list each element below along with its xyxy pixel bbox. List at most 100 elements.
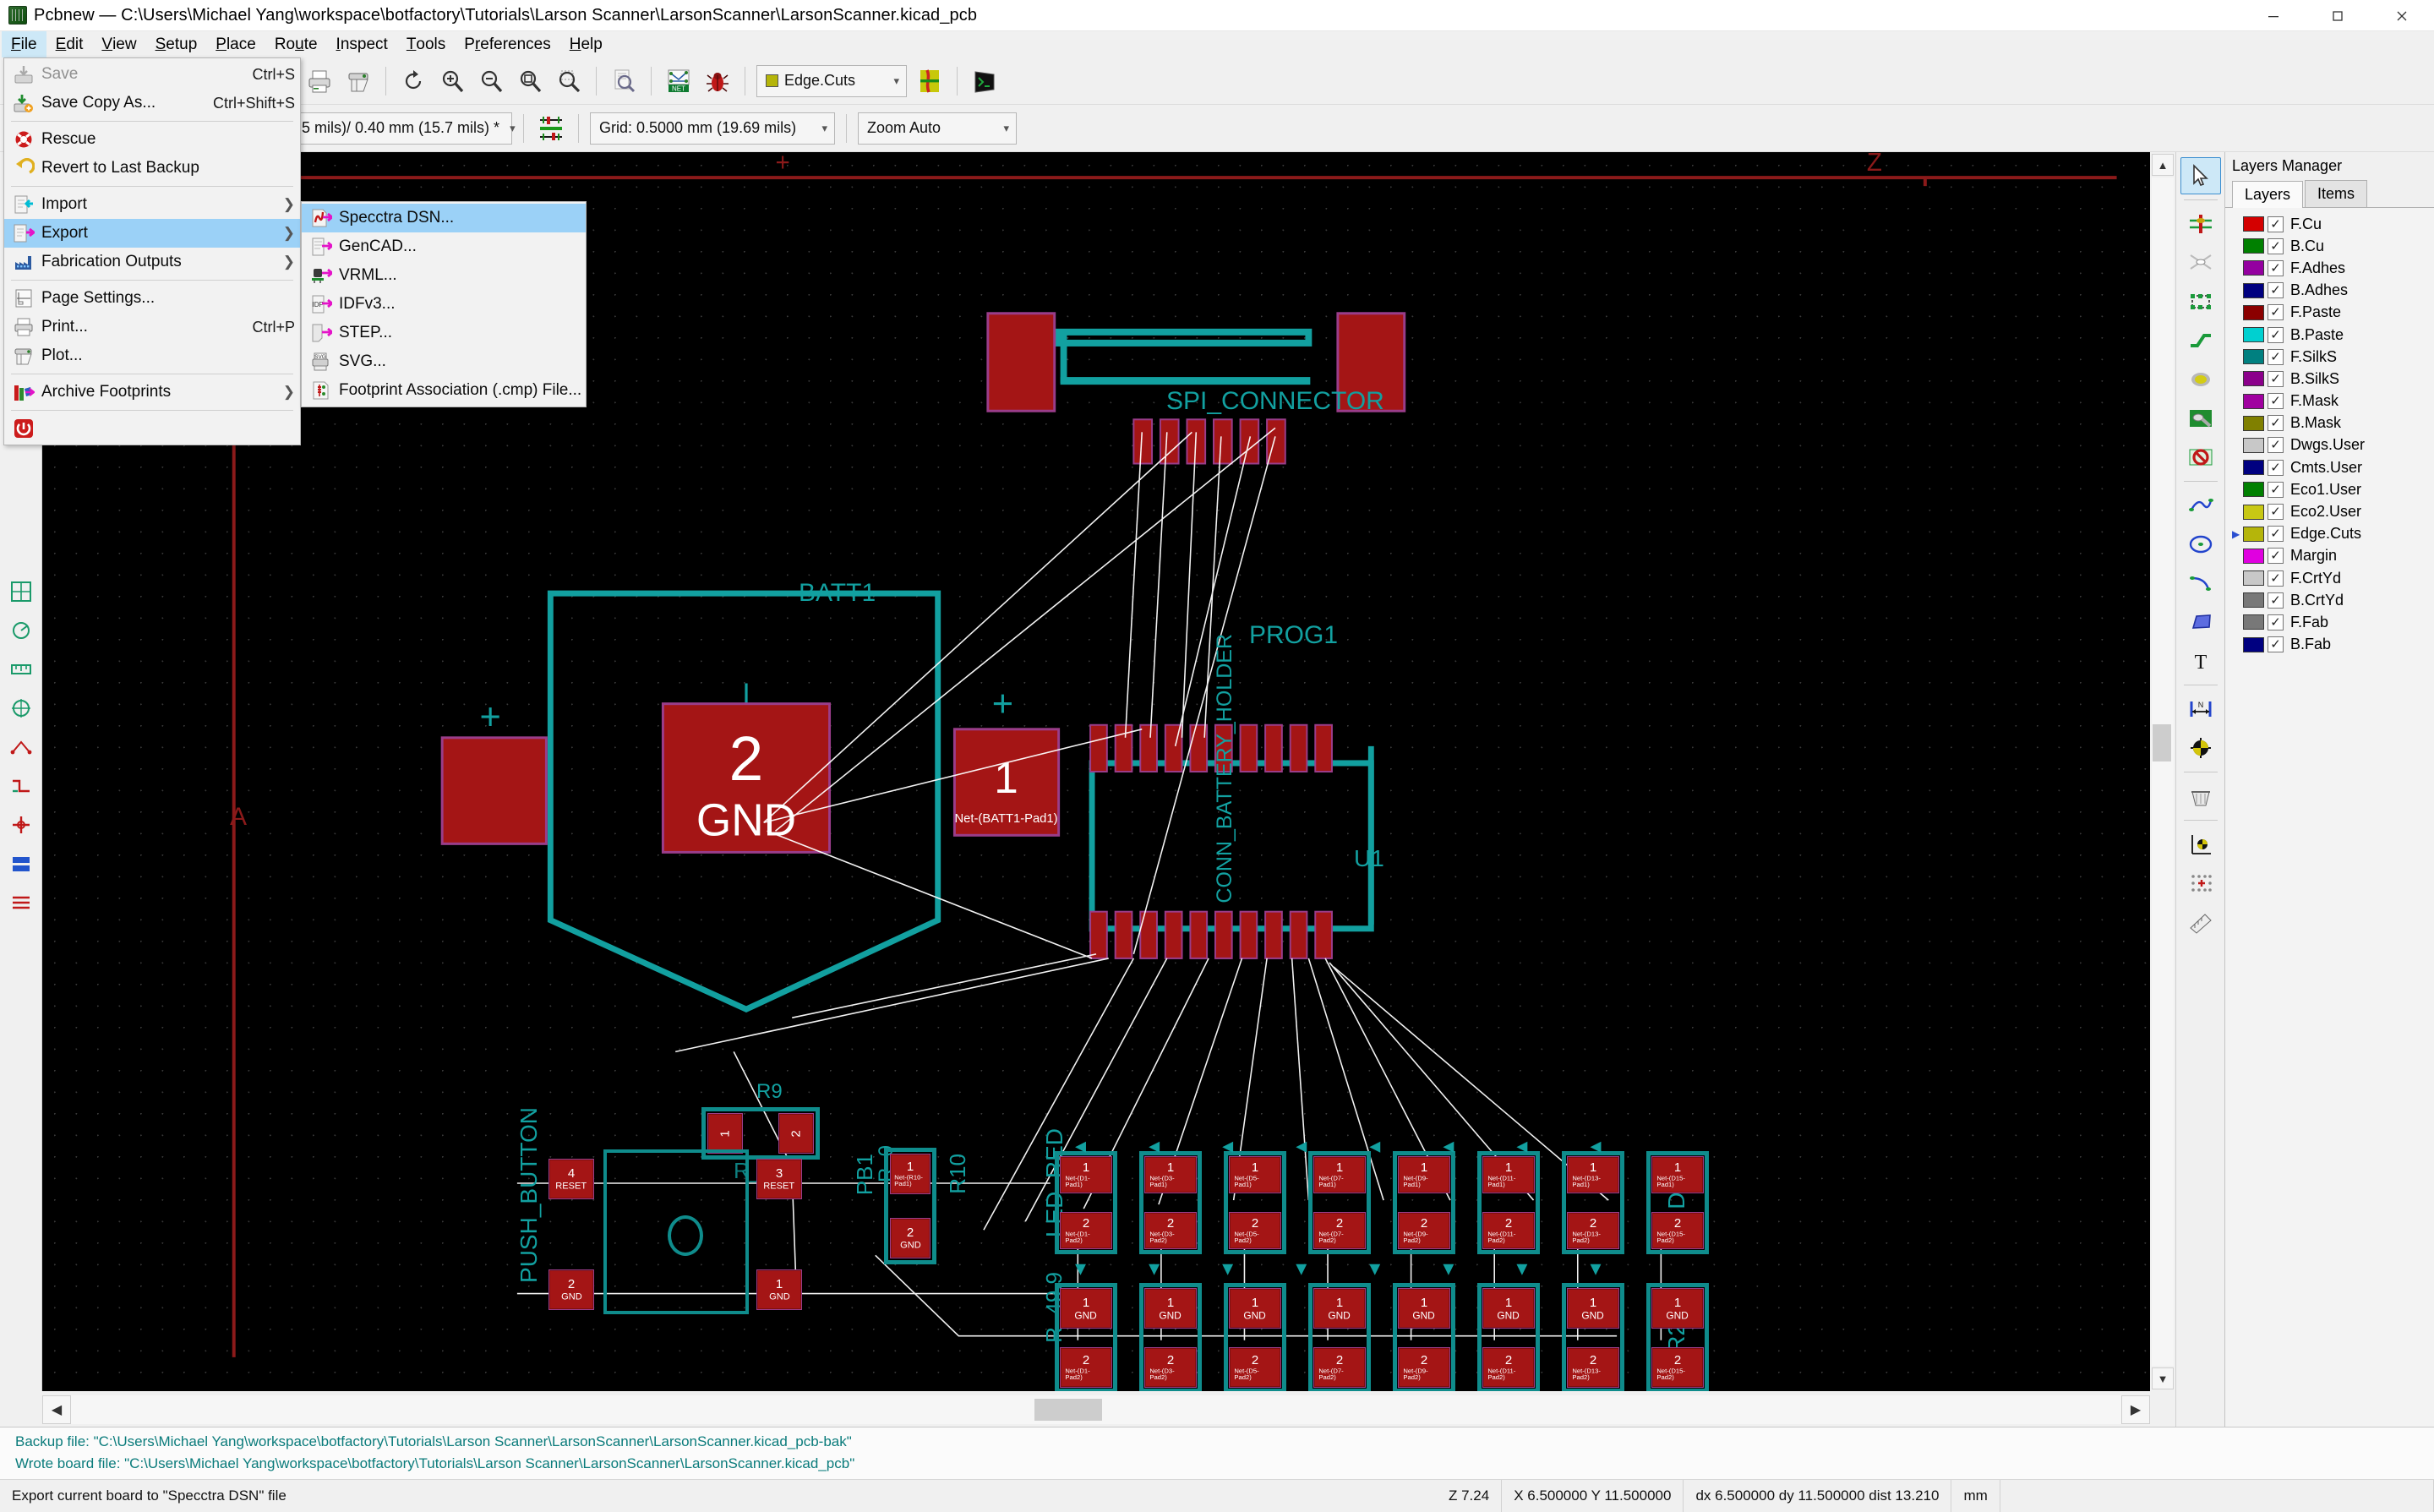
zoom-selector[interactable]: Zoom Auto ▾	[858, 112, 1017, 145]
layer-color-swatch[interactable]	[2243, 637, 2264, 652]
polar-coords-icon[interactable]	[4, 614, 38, 647]
hscroll-thumb[interactable]	[1034, 1399, 1102, 1421]
layer-color-swatch[interactable]	[2243, 260, 2264, 276]
vscroll-track[interactable]	[2152, 177, 2174, 1366]
layer-visibility-checkbox[interactable]	[2268, 636, 2284, 652]
menu-item-gencad[interactable]: GenCAD...	[302, 232, 586, 261]
layer-row[interactable]: Dwgs.User	[2232, 434, 2434, 456]
layer-color-swatch[interactable]	[2243, 460, 2264, 475]
print-icon[interactable]	[300, 62, 339, 101]
add-arc-tool[interactable]	[2180, 565, 2221, 602]
hscroll-track[interactable]	[71, 1395, 2121, 1424]
add-line-tool[interactable]	[2180, 487, 2221, 524]
layer-color-swatch[interactable]	[2243, 416, 2264, 431]
layer-color-swatch[interactable]	[2243, 327, 2264, 342]
layer-visibility-checkbox[interactable]	[2268, 327, 2284, 343]
footprint-resistor[interactable]: 1GND 2Net-(D5-Pad2)	[1224, 1283, 1286, 1391]
layer-visibility-checkbox[interactable]	[2268, 260, 2284, 276]
menu-item-page-settings[interactable]: Page Settings...	[4, 284, 300, 313]
layer-row[interactable]: B.Adhes	[2232, 280, 2434, 302]
layer-row[interactable]: B.Mask	[2232, 412, 2434, 434]
3d-viewer-icon[interactable]	[965, 62, 1004, 101]
footprint-led[interactable]: 1Net-(D13-Pad1) 2Net-(D13-Pad2)	[1562, 1151, 1624, 1254]
menu-file[interactable]: File	[2, 31, 46, 57]
layer-row[interactable]: F.Cu	[2232, 213, 2434, 235]
add-zone-tool[interactable]	[2180, 400, 2221, 437]
layer-color-swatch[interactable]	[2243, 614, 2264, 630]
layer-visibility-checkbox[interactable]	[2268, 393, 2284, 409]
layer-row[interactable]: B.Fab	[2232, 634, 2434, 656]
menu-item-footprint-association-cmp[interactable]: Footprint Association (.cmp) File...	[302, 376, 586, 405]
active-layer-selector[interactable]: Edge.Cuts ▾	[756, 65, 907, 97]
footprint-resistor[interactable]: 1GND 2Net-(D9-Pad2)	[1393, 1283, 1455, 1391]
grid-visibility-icon[interactable]	[4, 575, 38, 609]
menu-route[interactable]: Route	[265, 31, 327, 57]
layer-row[interactable]: F.Adhes	[2232, 257, 2434, 279]
layer-visibility-checkbox[interactable]	[2268, 504, 2284, 520]
add-footprint-tool[interactable]	[2180, 283, 2221, 320]
layer-row[interactable]: F.SilkS	[2232, 346, 2434, 368]
cursor-shape-icon[interactable]	[4, 691, 38, 725]
menu-item-exit[interactable]	[4, 414, 300, 443]
layer-visibility-checkbox[interactable]	[2268, 614, 2284, 630]
scroll-left-button[interactable]: ◀	[42, 1395, 71, 1424]
track-width-icon[interactable]	[532, 109, 570, 148]
cursor-tool[interactable]	[2180, 157, 2221, 194]
units-icon[interactable]	[4, 652, 38, 686]
footprint-resistor[interactable]: 1GND 2Net-(D3-Pad2)	[1139, 1283, 1202, 1391]
set-origin-tool[interactable]	[2180, 826, 2221, 863]
layer-color-swatch[interactable]	[2243, 527, 2264, 542]
layer-visibility-checkbox[interactable]	[2268, 526, 2284, 542]
menu-place[interactable]: Place	[206, 31, 265, 57]
footprint-r10[interactable]: 1Net-(R10-Pad1) 2GND	[884, 1148, 936, 1264]
layer-color-swatch[interactable]	[2243, 549, 2264, 564]
menu-item-specctra-dsn[interactable]: Specctra DSN...	[302, 204, 586, 232]
layer-color-swatch[interactable]	[2243, 438, 2264, 453]
layer-row[interactable]: Margin	[2232, 545, 2434, 567]
find-icon[interactable]	[604, 62, 643, 101]
layer-row[interactable]: F.Fab	[2232, 611, 2434, 633]
layer-row[interactable]: B.SilkS	[2232, 368, 2434, 390]
menu-inspect[interactable]: Inspect	[327, 31, 397, 57]
tab-items[interactable]: Items	[2305, 180, 2367, 207]
vscroll-thumb[interactable]	[2153, 724, 2171, 761]
measure-tool[interactable]	[2180, 903, 2221, 941]
layer-color-swatch[interactable]	[2243, 592, 2264, 608]
menu-tools[interactable]: Tools	[397, 31, 455, 57]
autoroute-icon[interactable]	[4, 769, 38, 803]
menu-item-step[interactable]: STEP...	[302, 319, 586, 347]
net-highlight-tool[interactable]	[2180, 205, 2221, 243]
add-via-tool[interactable]	[2180, 361, 2221, 398]
layer-row[interactable]: F.Paste	[2232, 302, 2434, 324]
footprint-led[interactable]: 1Net-(D7-Pad1) 2Net-(D7-Pad2)	[1308, 1151, 1371, 1254]
footprint-resistor[interactable]: 1GND 2Net-(D11-Pad2)	[1477, 1283, 1540, 1391]
zoom-out-icon[interactable]	[472, 62, 510, 101]
layer-row[interactable]: B.Paste	[2232, 324, 2434, 346]
layer-color-swatch[interactable]	[2243, 371, 2264, 386]
layer-row[interactable]: B.CrtYd	[2232, 589, 2434, 611]
footprint-resistor[interactable]: 1GND 2Net-(D7-Pad2)	[1308, 1283, 1371, 1391]
zoom-fit-icon[interactable]	[510, 62, 549, 101]
menu-item-save[interactable]: Save Ctrl+S	[4, 60, 300, 89]
layer-color-swatch[interactable]	[2243, 305, 2264, 320]
scroll-right-button[interactable]: ▶	[2121, 1395, 2150, 1424]
grid-selector[interactable]: Grid: 0.5000 mm (19.69 mils) ▾	[590, 112, 835, 145]
add-circle-tool[interactable]	[2180, 526, 2221, 563]
layer-row[interactable]: F.CrtYd	[2232, 567, 2434, 589]
footprint-led[interactable]: 1Net-(D3-Pad1) 2Net-(D3-Pad2)	[1139, 1151, 1202, 1254]
layer-row[interactable]: B.Cu	[2232, 235, 2434, 257]
footprint-led[interactable]: 1Net-(D15-Pad1) 2Net-(D15-Pad2)	[1646, 1151, 1709, 1254]
menu-item-idfv3[interactable]: IDF IDFv3...	[302, 290, 586, 319]
menu-help[interactable]: Help	[560, 31, 612, 57]
scroll-up-button[interactable]: ▲	[2152, 154, 2174, 176]
layer-row[interactable]: Cmts.User	[2232, 456, 2434, 478]
zoom-area-icon[interactable]	[549, 62, 588, 101]
pad-fill-icon[interactable]	[4, 847, 38, 881]
local-ratsnest-tool[interactable]	[2180, 244, 2221, 281]
add-target-tool[interactable]	[2180, 729, 2221, 767]
plot-icon[interactable]	[339, 62, 378, 101]
layer-color-swatch[interactable]	[2243, 216, 2264, 232]
menu-item-fabrication-outputs[interactable]: Fabrication Outputs ❯	[4, 248, 300, 276]
layer-color-swatch[interactable]	[2243, 394, 2264, 409]
zoom-in-icon[interactable]	[433, 62, 472, 101]
